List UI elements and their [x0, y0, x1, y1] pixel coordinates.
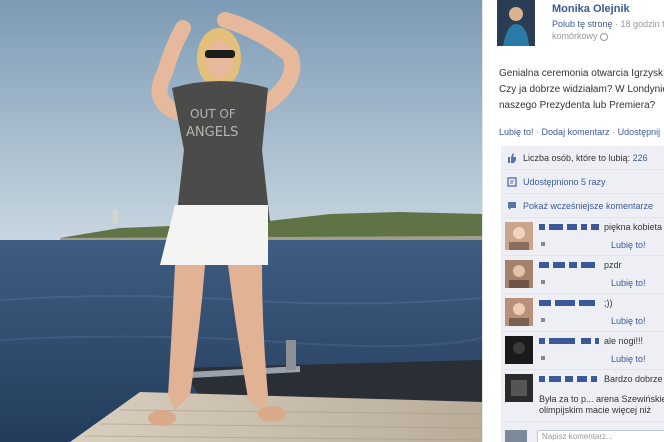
- commenter-name-redacted[interactable]: [539, 300, 601, 308]
- author-avatar[interactable]: [497, 0, 535, 46]
- thumbs-up-icon: [508, 153, 516, 163]
- shares-link[interactable]: Udostępniono 5 razy: [523, 177, 606, 187]
- comment-text: pzdr: [604, 260, 622, 270]
- post-meta: Polub tę stronę · 18 godzin temu: [552, 19, 664, 29]
- comment-item: pzdr Lubię to!: [501, 256, 664, 294]
- comment-dot: [541, 356, 545, 360]
- share-icon: [507, 177, 517, 187]
- show-earlier-row[interactable]: Pokaż wcześniejsze komentarze: [501, 194, 664, 218]
- photo-image: OUT OF ANGELS: [0, 0, 482, 442]
- comment-dot: [541, 280, 545, 284]
- comment-item: ale nogi!!! Lubię to!: [501, 332, 664, 370]
- caption-line: Genialna ceremonia otwarcia Igrzysk!: [499, 68, 664, 79]
- comment-text-line2: Była za to p... arena Szewińskiej: [539, 394, 664, 404]
- comment-icon: [508, 202, 516, 210]
- commenter-name-redacted[interactable]: [539, 376, 601, 384]
- commenter-avatar[interactable]: [505, 260, 533, 288]
- share-link[interactable]: Udostępnij: [618, 127, 661, 137]
- commenter-avatar[interactable]: [505, 298, 533, 326]
- comment-item: piękna kobieta Lubię to!: [501, 218, 664, 256]
- comment-dot: [541, 242, 545, 246]
- comment-link[interactable]: Dodaj komentarz: [542, 127, 610, 137]
- like-page-link[interactable]: Polub tę stronę: [552, 19, 613, 29]
- comment-dot: [541, 318, 545, 322]
- comment-like-link[interactable]: Lubię to!: [611, 316, 646, 326]
- commenter-name-redacted[interactable]: [539, 262, 601, 270]
- post-panel: Monika Olejnik Polub tę stronę · 18 godz…: [482, 0, 664, 442]
- post-header: Monika Olejnik Polub tę stronę · 18 godz…: [497, 0, 664, 52]
- post-time[interactable]: 18 godzin temu: [621, 19, 664, 29]
- caption-line: naszego Prezydenta lub Premiera?: [499, 100, 656, 111]
- comment-item: Bardzo dobrze Była za to p... arena Szew…: [501, 370, 664, 422]
- comment-item: ;)) Lubię to!: [501, 294, 664, 332]
- commenter-avatar[interactable]: [505, 374, 533, 402]
- commenter-avatar[interactable]: [505, 222, 533, 250]
- comment-text: ;)): [604, 298, 613, 308]
- comment-text: Bardzo dobrze: [604, 374, 663, 384]
- post-photo[interactable]: OUT OF ANGELS: [0, 0, 482, 442]
- commenter-avatar[interactable]: [505, 336, 533, 364]
- likes-label: Liczba osób, które to lubią:: [523, 153, 631, 163]
- likes-count[interactable]: 226: [633, 153, 648, 163]
- show-earlier-link[interactable]: Pokaż wcześniejsze komentarze: [523, 201, 653, 211]
- comment-text: ale nogi!!!: [604, 336, 644, 346]
- post-caption: Genialna ceremonia otwarcia Igrzysk! Czy…: [499, 66, 664, 114]
- post-source-row: komórkowy: [552, 31, 608, 41]
- comment-like-link[interactable]: Lubię to!: [611, 354, 646, 364]
- shares-row[interactable]: Udostępniono 5 razy: [501, 170, 664, 194]
- comment-text: piękna kobieta: [604, 222, 663, 232]
- svg-text:OUT OF: OUT OF: [190, 107, 236, 121]
- comment-text-line3: olimpijskim macie więcej niż: [539, 405, 652, 415]
- current-user-avatar: [505, 430, 527, 442]
- like-link[interactable]: Lubię to!: [499, 127, 534, 137]
- caption-line: Czy ja dobrze widziałam? W Londynie: [499, 84, 664, 95]
- write-comment-input[interactable]: Napisz komentarz...: [537, 430, 664, 442]
- author-name[interactable]: Monika Olejnik: [552, 3, 630, 15]
- comment-like-link[interactable]: Lubię to!: [611, 278, 646, 288]
- feedback-box: Liczba osób, które to lubią: 226 Udostęp…: [501, 146, 664, 442]
- comment-like-link[interactable]: Lubię to!: [611, 240, 646, 250]
- likes-row[interactable]: Liczba osób, które to lubią: 226: [501, 146, 664, 170]
- commenter-name-redacted[interactable]: [539, 224, 601, 232]
- commenter-name-redacted[interactable]: [539, 338, 601, 346]
- post-source: komórkowy: [552, 31, 598, 41]
- write-comment-row: Napisz komentarz...: [501, 426, 664, 442]
- svg-text:ANGELS: ANGELS: [186, 125, 238, 140]
- post-actions: Lubię to! · Dodaj komentarz · Udostępnij: [499, 127, 661, 137]
- globe-icon: [599, 32, 608, 41]
